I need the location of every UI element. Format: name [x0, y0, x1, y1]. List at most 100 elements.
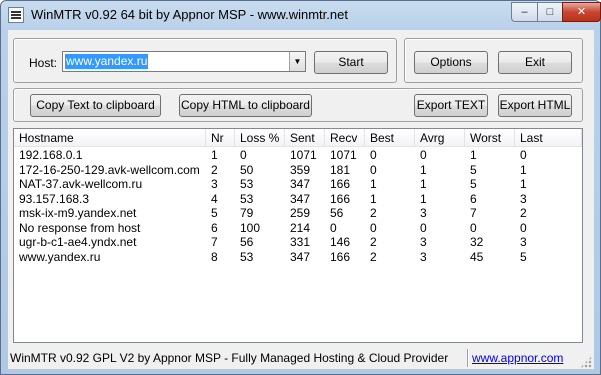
- cell-last: 2: [520, 206, 527, 220]
- cell-avrg: 3: [420, 235, 427, 249]
- trace-list[interactable]: Hostname Nr Loss % Sent Recv Best Avrg W…: [13, 128, 583, 343]
- table-row[interactable]: 172-16-250-129.avk-wellcom.com 2 50 359 181 0…: [14, 163, 582, 177]
- cell-avrg: 0: [420, 220, 427, 235]
- cell-avrg: 1: [420, 191, 427, 206]
- status-divider: [467, 349, 469, 367]
- winmtr-window: WinMTR v0.92 64 bit by Appnor MSP - www.…: [0, 0, 601, 375]
- cell-last: 0: [520, 220, 527, 235]
- appnor-link[interactable]: www.appnor.com: [472, 350, 563, 367]
- table-row[interactable]: msk-ix-m9.yandex.net 5 79 259 56 2 3 7 2: [14, 206, 582, 220]
- table-row[interactable]: ugr-b-c1-ae4.yndx.net 7 56 331 146 2 3 32 3: [14, 235, 582, 249]
- column-header-last[interactable]: Last: [515, 129, 582, 147]
- column-header-best[interactable]: Best: [365, 129, 415, 147]
- client-area: Host: www.yandex.ru ▼ Start Options Exit…: [8, 30, 594, 369]
- window-title: WinMTR v0.92 64 bit by Appnor MSP - www.…: [31, 7, 348, 22]
- cell-loss: 79: [240, 206, 254, 220]
- cell-hostname: 192.168.0.1: [19, 148, 83, 162]
- host-input[interactable]: www.yandex.ru: [65, 54, 149, 69]
- cell-nr: 3: [211, 177, 218, 191]
- cell-hostname: msk-ix-m9.yandex.net: [19, 206, 137, 220]
- cell-last: 3: [520, 235, 527, 249]
- cell-worst: 6: [470, 191, 477, 206]
- maximize-button[interactable]: □: [537, 2, 563, 22]
- column-header-hostname[interactable]: Hostname: [14, 129, 206, 147]
- table-row[interactable]: No response from host 6 100 214 0 0 0 0 0: [14, 221, 582, 235]
- cell-best: 0: [370, 162, 377, 177]
- copy-text-button[interactable]: Copy Text to clipboard: [30, 94, 161, 117]
- cell-recv: 166: [330, 249, 351, 264]
- cell-loss: 100: [240, 220, 261, 235]
- cell-loss: 53: [240, 177, 254, 191]
- cell-hostname: www.yandex.ru: [19, 249, 101, 264]
- cell-sent: 347: [290, 177, 311, 191]
- cell-loss: 53: [240, 191, 254, 206]
- cell-hostname: ugr-b-c1-ae4.yndx.net: [19, 235, 137, 249]
- minimize-button[interactable]: –: [511, 2, 538, 22]
- title-bar[interactable]: WinMTR v0.92 64 bit by Appnor MSP - www.…: [1, 1, 601, 29]
- cell-recv: 181: [330, 162, 351, 177]
- cell-worst: 5: [470, 177, 477, 191]
- column-header-worst[interactable]: Worst: [465, 129, 515, 147]
- copy-html-button[interactable]: Copy HTML to clipboard: [179, 94, 312, 117]
- cell-avrg: 1: [420, 177, 427, 191]
- host-label: Host:: [29, 56, 58, 70]
- host-combobox[interactable]: www.yandex.ru ▼: [62, 51, 306, 72]
- cell-best: 2: [370, 249, 377, 264]
- cell-sent: 331: [290, 235, 311, 249]
- cell-hostname: 172-16-250-129.avk-wellcom.com: [19, 162, 200, 177]
- cell-best: 0: [370, 220, 377, 235]
- cell-nr: 5: [211, 206, 218, 220]
- cell-avrg: 1: [420, 162, 427, 177]
- cell-avrg: 0: [420, 148, 427, 162]
- table-row[interactable]: NAT-37.avk-wellcom.ru 3 53 347 166 1 1 5 1: [14, 177, 582, 191]
- chevron-down-icon[interactable]: ▼: [289, 52, 305, 71]
- app-icon[interactable]: [8, 7, 24, 23]
- cell-sent: 347: [290, 249, 311, 264]
- cell-loss: 53: [240, 249, 254, 264]
- cell-nr: 7: [211, 235, 218, 249]
- column-header-loss[interactable]: Loss %: [235, 129, 285, 147]
- cell-sent: 359: [290, 162, 311, 177]
- cell-nr: 2: [211, 162, 218, 177]
- cell-loss: 0: [240, 148, 247, 162]
- column-header-nr[interactable]: Nr: [206, 129, 235, 147]
- start-button[interactable]: Start: [314, 51, 388, 74]
- cell-best: 2: [370, 235, 377, 249]
- cell-hostname: No response from host: [19, 220, 141, 235]
- column-header-recv[interactable]: Recv: [325, 129, 365, 147]
- table-row[interactable]: 192.168.0.1 1 0 1071 1071 0 0 1 0: [14, 148, 582, 162]
- cell-nr: 8: [211, 249, 218, 264]
- cell-sent: 347: [290, 191, 311, 206]
- cell-last: 1: [520, 162, 527, 177]
- column-header-avrg[interactable]: Avrg: [415, 129, 465, 147]
- cell-avrg: 3: [420, 249, 427, 264]
- cell-recv: 146: [330, 235, 351, 249]
- cell-loss: 50: [240, 162, 254, 177]
- cell-last: 3: [520, 191, 527, 206]
- resize-grip-icon[interactable]: [580, 356, 592, 368]
- cell-recv: 166: [330, 177, 351, 191]
- cell-best: 2: [370, 206, 377, 220]
- export-html-button[interactable]: Export HTML: [498, 94, 572, 117]
- cell-recv: 1071: [330, 148, 357, 162]
- cell-worst: 0: [470, 220, 477, 235]
- cell-best: 0: [370, 148, 377, 162]
- table-row[interactable]: www.yandex.ru 8 53 347 166 2 3 45 5: [14, 250, 582, 264]
- column-header-sent[interactable]: Sent: [285, 129, 325, 147]
- cell-worst: 5: [470, 162, 477, 177]
- cell-nr: 1: [211, 148, 218, 162]
- cell-last: 5: [520, 249, 527, 264]
- close-button[interactable]: ✕: [562, 2, 601, 22]
- exit-button[interactable]: Exit: [498, 51, 572, 74]
- cell-avrg: 3: [420, 206, 427, 220]
- export-text-button[interactable]: Export TEXT: [414, 94, 488, 117]
- cell-last: 1: [520, 177, 527, 191]
- table-row[interactable]: 93.157.168.3 4 53 347 166 1 1 6 3: [14, 192, 582, 206]
- status-text: WinMTR v0.92 GPL V2 by Appnor MSP - Full…: [10, 351, 449, 365]
- cell-worst: 7: [470, 206, 477, 220]
- cell-hostname: NAT-37.avk-wellcom.ru: [19, 177, 143, 191]
- cell-sent: 259: [290, 206, 311, 220]
- cell-worst: 1: [470, 148, 477, 162]
- status-bar: WinMTR v0.92 GPL V2 by Appnor MSP - Full…: [8, 347, 594, 369]
- options-button[interactable]: Options: [414, 51, 488, 74]
